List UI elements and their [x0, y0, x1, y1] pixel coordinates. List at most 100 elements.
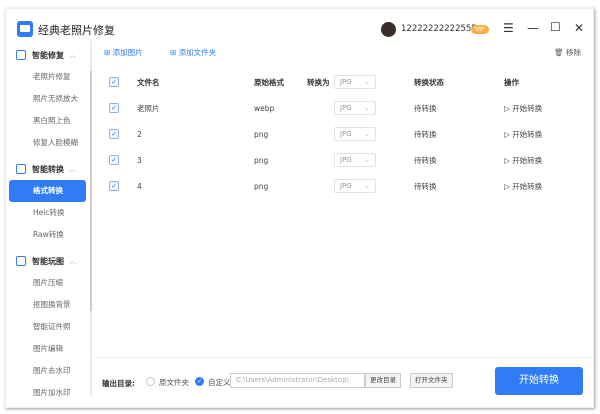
section-icon	[16, 50, 26, 60]
batch-format-select[interactable]: JPG ⌄	[334, 75, 376, 89]
maximize-button[interactable]: ☐	[550, 20, 561, 34]
col-status: 转换状态	[414, 77, 444, 87]
section-label: 智能玩图	[32, 256, 64, 266]
sidebar-item[interactable]: 图片加水印	[9, 382, 86, 404]
app-logo-icon	[17, 21, 33, 37]
play-icon: ▷	[504, 181, 510, 191]
sidebar-item[interactable]: 修复人脸模糊	[9, 132, 86, 154]
table-row: ✓ 3 png JPG ⌄ 待转换 ▷ 开始转换	[94, 150, 593, 170]
table-row: ✓ 老照片 webp JPG ⌄ 待转换 ▷ 开始转换	[94, 98, 593, 118]
radio-custom[interactable]: ✓	[195, 377, 204, 386]
target-format-value: JPG	[340, 104, 352, 112]
target-format-select[interactable]: JPG ⌄	[334, 153, 376, 167]
start-row-button[interactable]: ▷ 开始转换	[504, 155, 542, 166]
table-header: ✓ 文件名 原始格式 转换为 JPG ⌄ 转换状态 操作	[94, 72, 593, 92]
start-row-label: 开始转换	[512, 129, 543, 139]
col-name: 文件名	[137, 77, 160, 87]
table-row: ✓ 2 png JPG ⌄ 待转换 ▷ 开始转换	[94, 124, 593, 144]
start-convert-button[interactable]: 开始转换	[495, 367, 583, 395]
chevron-up-icon[interactable]: ︿	[69, 50, 76, 60]
col-action: 操作	[504, 77, 519, 87]
col-convert-to: 转换为	[307, 77, 330, 87]
section-label: 智能修复	[32, 50, 64, 60]
radio-original-folder[interactable]	[146, 377, 155, 386]
play-icon: ▷	[504, 129, 510, 139]
sidebar-item[interactable]: 照片无损放大	[9, 88, 86, 110]
sidebar-item[interactable]: 图片编辑	[9, 338, 86, 360]
section-label: 智能转换	[32, 164, 64, 174]
original-folder-label: 原文件夹	[159, 378, 189, 387]
sidebar-section[interactable]: 智能玩图 ︿	[6, 250, 90, 272]
menu-icon[interactable]: ☰	[503, 21, 514, 35]
file-format: png	[254, 155, 269, 165]
start-row-button[interactable]: ▷ 开始转换	[504, 181, 542, 192]
file-name: 3	[137, 155, 142, 165]
target-format-select[interactable]: JPG ⌄	[334, 179, 376, 193]
vip-badge: VIP	[471, 25, 489, 34]
target-format-select[interactable]: JPG ⌄	[334, 127, 376, 141]
file-name: 老照片	[137, 103, 160, 113]
sidebar-item[interactable]: 智能证件照	[9, 316, 86, 338]
batch-format-value: JPG	[340, 78, 352, 86]
remove-button[interactable]: 🗑 移除	[554, 47, 581, 58]
sidebar: 智能修复 ︿ 老照片修复 照片无损放大 黑白照上色 修复人脸模糊智能转换 ︿ 格式转换 Heic…	[6, 41, 92, 397]
add-folder-button[interactable]: ⊞ 添加文件夹	[170, 47, 216, 58]
file-format: png	[254, 129, 269, 139]
add-folder-label: 添加文件夹	[178, 48, 217, 57]
play-icon: ▷	[504, 103, 510, 113]
sidebar-item[interactable]: 抠图换背景	[9, 294, 86, 316]
target-format-value: JPG	[340, 182, 352, 190]
output-label: 输出目录:	[102, 379, 135, 388]
row-checkbox[interactable]: ✓	[109, 181, 119, 191]
play-icon: ▷	[504, 155, 510, 165]
avatar[interactable]	[381, 22, 396, 37]
add-image-button[interactable]: ⊞ 添加图片	[104, 47, 143, 58]
remove-label: 移除	[566, 48, 581, 57]
target-format-value: JPG	[340, 130, 352, 138]
start-row-label: 开始转换	[512, 103, 543, 113]
section-icon	[16, 256, 26, 266]
chevron-up-icon[interactable]: ︿	[69, 256, 76, 266]
col-format: 原始格式	[254, 77, 284, 87]
target-format-select[interactable]: JPG ⌄	[334, 101, 376, 115]
sidebar-item[interactable]: Heic转换	[9, 202, 86, 224]
sidebar-section[interactable]: 智能修复 ︿	[6, 44, 90, 66]
sidebar-section[interactable]: 智能转换 ︿	[6, 158, 90, 180]
table-row: ✓ 4 png JPG ⌄ 待转换 ▷ 开始转换	[94, 176, 593, 196]
change-dir-button[interactable]: 更改目录	[365, 373, 401, 388]
sidebar-item[interactable]: Raw转换	[9, 224, 86, 246]
close-button[interactable]: ✕	[574, 21, 584, 35]
app-title: 经典老照片修复	[38, 24, 115, 37]
custom-label: 自定义	[208, 378, 231, 387]
row-checkbox[interactable]: ✓	[109, 129, 119, 139]
sidebar-item[interactable]: 图片去水印	[9, 360, 86, 382]
start-row-label: 开始转换	[512, 181, 543, 191]
row-checkbox[interactable]: ✓	[109, 103, 119, 113]
open-folder-button[interactable]: 打开文件夹	[410, 373, 453, 388]
chevron-up-icon[interactable]: ︿	[69, 164, 76, 174]
select-all-checkbox[interactable]: ✓	[109, 77, 119, 87]
file-format: webp	[254, 103, 275, 113]
sidebar-item[interactable]: 图片压缩	[9, 272, 86, 294]
start-row-button[interactable]: ▷ 开始转换	[504, 103, 542, 114]
sidebar-item[interactable]: 黑白照上色	[9, 110, 86, 132]
sidebar-item[interactable]: 老照片修复	[9, 66, 86, 88]
file-format: png	[254, 181, 269, 191]
main-panel: ⊞ 添加图片 ⊞ 添加文件夹 🗑 移除 ✓ 文件名 原始格式 转换为 JPG ⌄ …	[94, 41, 593, 397]
target-format-value: JPG	[340, 156, 352, 164]
output-path-field[interactable]: C:\Users\Administrator\Desktop\	[230, 373, 365, 388]
username[interactable]: 12222222222555	[401, 24, 477, 34]
file-name: 2	[137, 129, 142, 139]
status-text: 待转换	[414, 103, 437, 113]
sidebar-item[interactable]: 格式转换	[9, 180, 86, 202]
start-row-button[interactable]: ▷ 开始转换	[504, 129, 542, 140]
section-icon	[16, 164, 26, 174]
sidebar-scrollbar[interactable]	[90, 71, 92, 311]
add-image-label: 添加图片	[112, 48, 143, 57]
status-text: 待转换	[414, 155, 437, 165]
start-row-label: 开始转换	[512, 155, 543, 165]
app-window: 经典老照片修复 12222222222555 VIP ☰ — ☐ ✕ 智能修复 ︿…	[5, 8, 594, 408]
output-bar: 输出目录: 原文件夹 ✓ 自定义 C:\Users\Administrator\…	[94, 357, 593, 397]
minimize-button[interactable]: —	[527, 21, 539, 35]
row-checkbox[interactable]: ✓	[109, 155, 119, 165]
